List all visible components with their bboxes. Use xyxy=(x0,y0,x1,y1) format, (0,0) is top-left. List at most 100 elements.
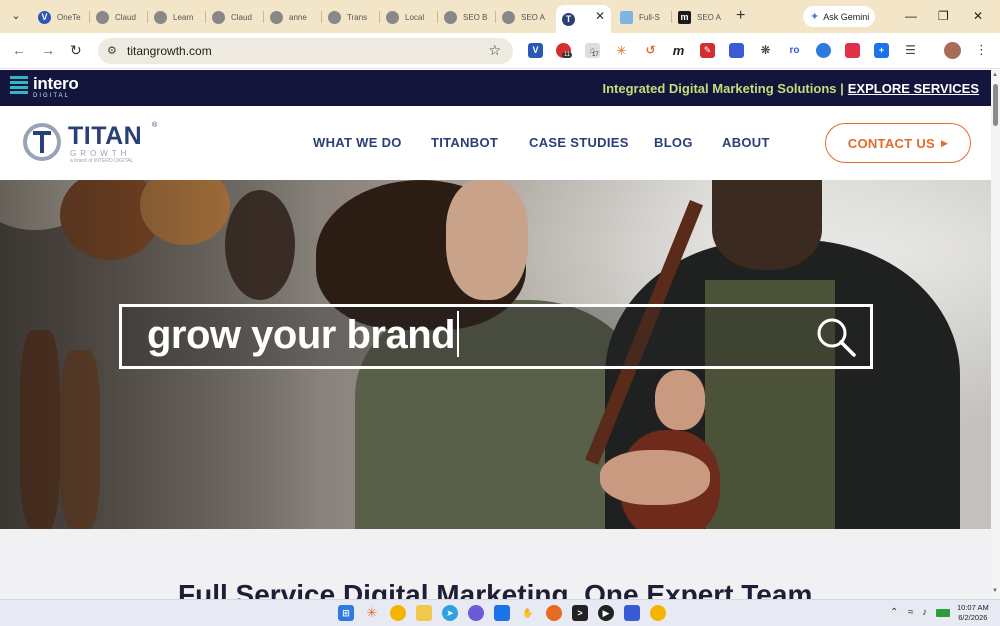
m-extension-icon[interactable]: m xyxy=(671,43,686,58)
top-tagline: Integrated Digital Marketing Solutions |… xyxy=(602,81,979,96)
tab-5[interactable]: anne xyxy=(264,5,321,29)
text-caret xyxy=(457,311,460,358)
hand-tool-icon[interactable]: ✋ xyxy=(520,605,536,621)
search-icon[interactable] xyxy=(814,315,858,359)
v-extension-icon[interactable]: V xyxy=(528,43,543,58)
tab-9[interactable]: SEO A xyxy=(496,5,553,29)
forward-arrow-icon[interactable]: → xyxy=(41,42,55,58)
nav-what-we-do[interactable]: WHAT WE DO xyxy=(313,135,402,150)
tab-7[interactable]: Local xyxy=(380,5,437,29)
claude-app-icon[interactable]: ✳ xyxy=(364,605,380,621)
site-info-icon[interactable]: ⚙ xyxy=(107,44,117,57)
titan-circle-icon xyxy=(23,123,61,161)
hero-search-box[interactable]: grow your brand xyxy=(119,304,873,369)
browser-tab-strip: ⌄ V OneTe Claud Learn Claud anne Trans Lo… xyxy=(0,0,1000,33)
extensions-puzzle-icon[interactable]: ☰ xyxy=(903,43,918,58)
telegram-icon[interactable]: ➤ xyxy=(442,605,458,621)
tab-1[interactable]: V OneTe xyxy=(32,5,89,29)
registered-mark: ® xyxy=(152,122,158,129)
tab-11[interactable]: Full-S xyxy=(614,5,671,29)
bookmark-star-icon[interactable]: ☆ xyxy=(488,42,501,59)
nav-titanbot[interactable]: TITANBOT xyxy=(431,135,498,150)
scroll-down-icon[interactable]: ▼ xyxy=(992,588,998,594)
intero-logo[interactable]: intero DIGITAL xyxy=(10,74,79,99)
man-head-image xyxy=(712,180,822,270)
profile-avatar[interactable] xyxy=(944,42,961,59)
site-top-bar: intero DIGITAL Integrated Digital Market… xyxy=(0,70,991,106)
media-player-icon[interactable]: ▶ xyxy=(598,605,614,621)
nav-about[interactable]: ABOUT xyxy=(722,135,770,150)
globe-icon xyxy=(212,10,225,24)
new-tab-plus-icon[interactable]: + xyxy=(736,7,745,25)
windows-taskbar: ⊞ ✳ ➤ ✋ > ▶ ⌃ ≈ ♪ 10:07 AM 6/2/2026 xyxy=(0,599,1000,626)
openai-extension-icon[interactable]: ❋ xyxy=(758,43,773,58)
tab-3[interactable]: Learn xyxy=(148,5,205,29)
red-square-extension-icon[interactable] xyxy=(845,43,860,58)
v-icon: V xyxy=(38,10,51,24)
claude-extension-icon[interactable]: ✳ xyxy=(614,43,629,58)
chrome-icon[interactable] xyxy=(390,605,406,621)
reload-icon[interactable]: ↻ xyxy=(70,42,82,59)
hand-image xyxy=(600,450,710,505)
chevron-up-icon[interactable]: ⌃ xyxy=(890,607,898,618)
close-window-icon[interactable]: ✕ xyxy=(973,9,983,23)
back-arrow-icon[interactable]: ← xyxy=(12,42,26,58)
extension-badge: 11 xyxy=(562,52,573,58)
address-bar[interactable]: ⚙ titangrowth.com ☆ xyxy=(98,38,513,64)
file-explorer-icon[interactable] xyxy=(416,605,432,621)
woman-face-image xyxy=(446,180,528,300)
explore-services-link[interactable]: EXPLORE SERVICES xyxy=(848,81,979,96)
plus-extension-icon[interactable]: + xyxy=(874,43,889,58)
app-icon[interactable] xyxy=(468,605,484,621)
titan-growth-logo[interactable]: TITAN ® GROWTH a brand of INTERO DIGITAL xyxy=(20,120,160,170)
nav-blog[interactable]: BLOG xyxy=(654,135,693,150)
scrollbar-thumb[interactable] xyxy=(993,84,998,126)
terminal-icon[interactable]: > xyxy=(572,605,588,621)
tab-active-titan[interactable]: T ✕ xyxy=(556,5,611,33)
tab-8[interactable]: SEO B xyxy=(438,5,495,29)
contact-us-button[interactable]: CONTACT US ▶ xyxy=(825,123,971,163)
close-tab-icon[interactable]: ✕ xyxy=(595,9,605,23)
extension-badge: 17 xyxy=(592,52,599,58)
battery-icon[interactable] xyxy=(936,609,950,617)
tab-search-chevron-icon[interactable]: ⌄ xyxy=(7,7,25,25)
tab-12[interactable]: m SEO A xyxy=(672,5,729,29)
globe-icon xyxy=(270,10,283,24)
chrome-icon[interactable] xyxy=(650,605,666,621)
ask-gemini-button[interactable]: ✦ Ask Gemini xyxy=(803,6,875,27)
blue-circle-extension-icon[interactable] xyxy=(816,43,831,58)
firefox-icon[interactable] xyxy=(546,605,562,621)
globe-icon xyxy=(154,10,167,24)
globe-icon xyxy=(444,10,457,24)
app-icon[interactable] xyxy=(624,605,640,621)
gemini-spark-icon: ✦ xyxy=(810,11,820,23)
tab-4[interactable]: Claud xyxy=(206,5,263,29)
hero-search-text: grow your brand xyxy=(147,311,460,358)
notes-app-icon[interactable] xyxy=(494,605,510,621)
page-icon xyxy=(620,10,633,24)
wifi-icon[interactable]: ≈ xyxy=(908,607,914,618)
nav-case-studies[interactable]: CASE STUDIES xyxy=(529,135,629,150)
tab-6[interactable]: Trans xyxy=(322,5,379,29)
caret-right-icon: ▶ xyxy=(941,137,949,148)
ro-extension-icon[interactable]: ro xyxy=(787,43,802,58)
orange-extension-icon[interactable]: ↺ xyxy=(643,43,658,58)
globe-icon xyxy=(502,10,515,24)
intero-bars-icon xyxy=(10,76,28,94)
globe-icon xyxy=(386,10,399,24)
scroll-up-icon[interactable]: ▲ xyxy=(992,72,998,78)
browser-menu-icon[interactable]: ⋮ xyxy=(975,42,988,58)
restore-icon[interactable]: ❐ xyxy=(938,9,949,23)
browser-toolbar: ← → ↻ ⚙ titangrowth.com ☆ V 11 ⌂ 17 ✳ ↺ … xyxy=(0,33,1000,69)
globe-icon xyxy=(96,10,109,24)
tab-2[interactable]: Claud xyxy=(90,5,147,29)
blue-extension-icon[interactable] xyxy=(729,43,744,58)
windows-start-icon[interactable]: ⊞ xyxy=(338,605,354,621)
minimize-icon[interactable]: — xyxy=(905,9,917,23)
hand-image xyxy=(655,370,705,430)
pen-extension-icon[interactable]: ✎ xyxy=(700,43,715,58)
system-clock[interactable]: 10:07 AM 6/2/2026 xyxy=(957,603,989,623)
page-scrollbar[interactable]: ▲ ▼ xyxy=(991,70,1000,599)
m-icon: m xyxy=(678,10,691,24)
volume-icon[interactable]: ♪ xyxy=(922,607,927,618)
